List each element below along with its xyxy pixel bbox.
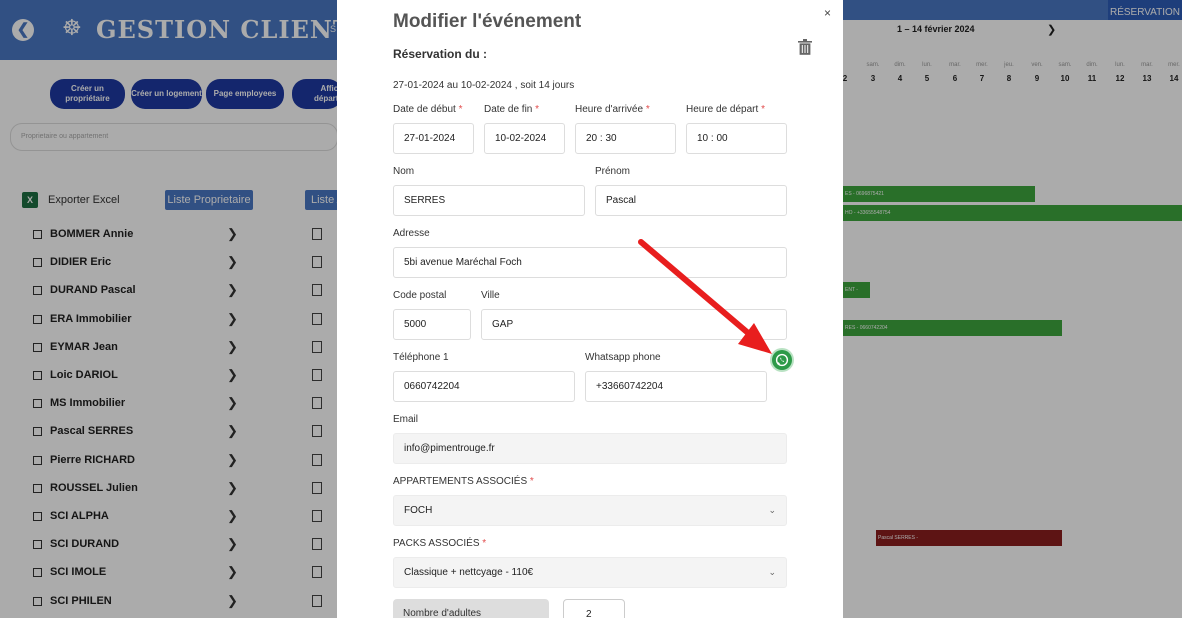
edit-event-modal: Modifier l'événement × Réservation du : … bbox=[337, 0, 843, 618]
first-name-label: Prénom bbox=[595, 166, 631, 177]
trash-icon[interactable] bbox=[798, 39, 812, 55]
adults-stepper[interactable]: 2 bbox=[563, 599, 625, 618]
phone-field[interactable]: 0660742204 bbox=[393, 371, 575, 402]
departure-time-label: Heure de départ * bbox=[686, 104, 765, 115]
packs-label: PACKS ASSOCIÉS * bbox=[393, 538, 487, 549]
apartment-select-value: FOCH bbox=[404, 505, 433, 516]
city-field[interactable]: GAP bbox=[481, 309, 787, 340]
city-label: Ville bbox=[481, 290, 500, 301]
postal-code-label: Code postal bbox=[393, 290, 447, 301]
close-icon[interactable]: × bbox=[824, 6, 831, 20]
reservation-subheading: Réservation du : bbox=[393, 47, 488, 61]
arrival-time-label: Heure d'arrivée * bbox=[575, 104, 650, 115]
last-name-field[interactable]: SERRES bbox=[393, 185, 585, 216]
phone-label: Téléphone 1 bbox=[393, 352, 449, 363]
start-date-field[interactable]: 27-01-2024 bbox=[393, 123, 474, 154]
whatsapp-button[interactable] bbox=[772, 350, 792, 370]
adults-label: Nombre d'adultes bbox=[393, 599, 549, 618]
pack-select-value: Classique + nettcyage - 110€ bbox=[404, 567, 534, 578]
arrival-time-field[interactable]: 20 : 30 bbox=[575, 123, 676, 154]
start-date-label: Date de début * bbox=[393, 104, 463, 115]
whatsapp-label: Whatsapp phone bbox=[585, 352, 661, 363]
whatsapp-icon bbox=[775, 353, 789, 367]
chevron-down-icon: ⌄ bbox=[768, 567, 776, 577]
first-name-field[interactable]: Pascal bbox=[595, 185, 787, 216]
departure-time-field[interactable]: 10 : 00 bbox=[686, 123, 787, 154]
modal-title: Modifier l'événement bbox=[393, 11, 582, 32]
last-name-label: Nom bbox=[393, 166, 415, 177]
chevron-down-icon: ⌄ bbox=[768, 505, 776, 515]
end-date-field[interactable]: 10-02-2024 bbox=[484, 123, 565, 154]
postal-code-field[interactable]: 5000 bbox=[393, 309, 471, 340]
address-field[interactable]: 5bi avenue Maréchal Foch bbox=[393, 247, 787, 278]
apartments-label: APPARTEMENTS ASSOCIÉS * bbox=[393, 476, 534, 487]
email-field[interactable]: info@pimentrouge.fr bbox=[393, 433, 787, 464]
pack-select[interactable]: Classique + nettcyage - 110€ ⌄ bbox=[393, 557, 787, 588]
address-label: Adresse bbox=[393, 228, 430, 239]
whatsapp-field[interactable]: +33660742204 bbox=[585, 371, 767, 402]
reservation-period: 27-01-2024 au 10-02-2024 , soit 14 jours bbox=[393, 80, 575, 91]
apartment-select[interactable]: FOCH ⌄ bbox=[393, 495, 787, 526]
email-label: Email bbox=[393, 414, 419, 425]
end-date-label: Date de fin * bbox=[484, 104, 540, 115]
